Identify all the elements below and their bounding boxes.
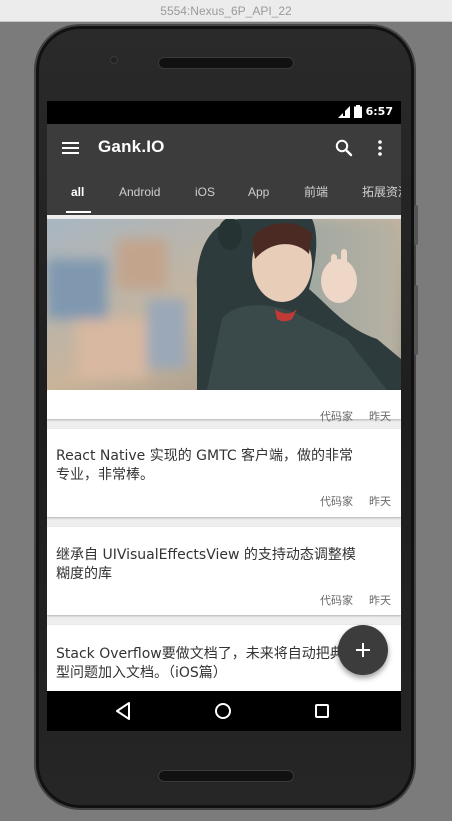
app-toolbar: Gank.IO	[47, 124, 401, 172]
volume-button[interactable]	[414, 285, 418, 355]
card-title: 继承自 UIVisualEffectsView 的支持动态调整模糊度的库	[56, 547, 356, 582]
bottom-speaker	[158, 770, 294, 782]
card-author: 代码家	[320, 410, 353, 423]
plus-icon	[356, 643, 370, 657]
card-author: 代码家	[320, 495, 353, 508]
system-nav-bar	[47, 691, 401, 731]
feed-card[interactable]: 继承自 UIVisualEffectsView 的支持动态调整模糊度的库 代码家…	[47, 527, 401, 615]
tab-ios[interactable]: iOS	[195, 172, 215, 215]
battery-icon	[353, 105, 362, 118]
category-tabs: all Android iOS App 前端 拓展资源	[47, 172, 401, 215]
tab-app[interactable]: App	[248, 172, 269, 215]
back-icon[interactable]	[113, 700, 135, 722]
card-title: Stack Overflow要做文档了，未来将自动把典型问题加入文档。（iOS篇…	[56, 646, 344, 681]
recents-icon[interactable]	[311, 700, 333, 722]
front-camera	[110, 56, 118, 64]
device-screen: 6:57 Gank.IO all Android iOS App 前端 拓展资源	[47, 101, 401, 731]
status-time: 6:57	[365, 105, 393, 118]
feed-list: 代码家 昨天 React Native 实现的 GMTC 客户端，做的非常专业，…	[47, 215, 401, 691]
add-fab-button[interactable]	[338, 625, 388, 675]
more-options-icon[interactable]	[372, 138, 388, 158]
earpiece-speaker	[158, 57, 294, 69]
tab-android[interactable]: Android	[119, 172, 160, 215]
power-button[interactable]	[414, 205, 418, 245]
tab-indicator	[66, 211, 91, 213]
feed-card[interactable]: React Native 实现的 GMTC 客户端，做的非常专业，非常棒。 代码…	[47, 429, 401, 517]
menu-icon[interactable]	[61, 138, 81, 158]
feed-card[interactable]: 代码家 昨天	[47, 219, 401, 423]
card-meta: 代码家 昨天	[320, 592, 391, 608]
card-date: 昨天	[369, 495, 391, 508]
search-icon[interactable]	[334, 138, 354, 158]
app-title: Gank.IO	[98, 137, 165, 156]
tab-all[interactable]: all	[71, 172, 84, 215]
tab-frontend[interactable]: 前端	[304, 172, 328, 215]
card-author: 代码家	[320, 594, 353, 607]
tab-resources[interactable]: 拓展资源	[362, 172, 401, 215]
card-photo	[47, 219, 401, 390]
card-title: React Native 实现的 GMTC 客户端，做的非常专业，非常棒。	[56, 448, 354, 483]
emulator-window-title: 5554:Nexus_6P_API_22	[0, 0, 452, 22]
card-meta: 代码家 昨天	[320, 493, 391, 509]
home-icon[interactable]	[212, 700, 234, 722]
status-bar: 6:57	[47, 101, 401, 124]
card-date: 昨天	[369, 410, 391, 423]
card-date: 昨天	[369, 594, 391, 607]
card-meta: 代码家 昨天	[320, 408, 391, 424]
signal-icon	[337, 105, 350, 118]
